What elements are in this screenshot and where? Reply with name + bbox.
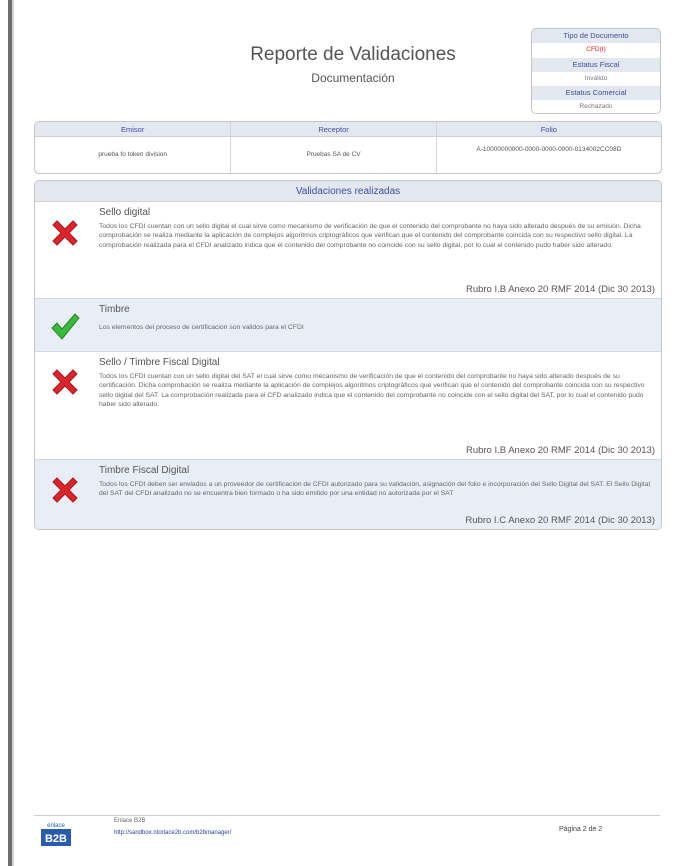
validation-reference: Rubro I.B Anexo 20 RMF 2014 (Dic 30 2013…	[465, 284, 655, 295]
emisor-column: Emisor prueba fo token division	[35, 122, 232, 173]
document-page: Reporte de Validaciones Documentación Ti…	[20, 0, 674, 866]
validation-description: Todos los CFDI cuentan con un sello digi…	[99, 223, 641, 249]
red-x-icon	[52, 477, 78, 503]
footer-company: Enlace B2B	[114, 818, 146, 824]
validation-description: Todos los CFDI deben ser enviados a un p…	[99, 481, 651, 498]
document-type-label: Tipo de Documento	[532, 29, 660, 44]
validations-section: Validaciones realizadas Sello digital To…	[34, 180, 662, 530]
report-subtitle: Documentación	[311, 71, 395, 85]
emisor-header: Emisor	[35, 122, 231, 137]
document-left-border-shadow	[12, 0, 14, 866]
footer-page-number: Página 2 de 2	[559, 826, 603, 833]
emisor-value: prueba fo token division	[98, 151, 168, 158]
receptor-value: Pruebas SA de CV	[306, 151, 361, 158]
invoice-info-table: Emisor prueba fo token division Receptor…	[34, 121, 662, 174]
report-title: Reporte de Validaciones	[250, 44, 456, 65]
receptor-header: Receptor	[231, 122, 436, 137]
validation-title: Sello / Timbre Fiscal Digital	[99, 357, 220, 368]
document-status-box: Tipo de Documento CFD(I) Estatus Fiscal …	[531, 28, 661, 114]
validation-reference: Rubro I.B Anexo 20 RMF 2014 (Dic 30 2013…	[465, 445, 655, 456]
folio-column: Folio A-10000000000-0000-0000-0000-01340…	[436, 122, 661, 173]
logo-text-bottom: B2B	[45, 833, 67, 845]
fiscal-status-label: Estatus Fiscal	[532, 57, 660, 72]
folio-value: A-10000000000-0000-0000-0000-0134002CC08…	[476, 146, 622, 153]
document-type-value: CFD(I)	[532, 43, 660, 58]
enlace-b2b-logo: enlace B2B	[41, 823, 71, 846]
validation-item-timbre: Timbre Los elementos del proceso de cert…	[35, 299, 661, 352]
red-x-icon	[52, 220, 78, 246]
commercial-status-value: Rechazado	[532, 100, 660, 113]
green-check-icon	[51, 313, 80, 340]
red-x-icon	[52, 369, 78, 395]
footer-url-link[interactable]: http://sandbox.ntorlace2b.com/b2bmanager…	[114, 830, 231, 836]
footer-divider	[34, 815, 660, 816]
logo-text-top: enlace	[47, 823, 65, 829]
validation-item-sello-timbre-fiscal: Sello / Timbre Fiscal Digital Todos los …	[35, 352, 661, 460]
validation-reference: Rubro I.C Anexo 20 RMF 2014 (Dic 30 2013…	[465, 515, 655, 526]
commercial-status-label: Estatus Comercial	[532, 86, 660, 101]
validation-description: Todos los CFDI cuentan con un sello digi…	[99, 373, 645, 409]
validation-item-sello-digital: Sello digital Todos los CFDI cuentan con…	[35, 202, 661, 299]
receptor-column: Receptor Pruebas SA de CV	[231, 122, 437, 173]
validation-item-timbre-fiscal-digital: Timbre Fiscal Digital Todos los CFDI deb…	[35, 460, 661, 529]
fiscal-status-value: Inválido	[532, 71, 660, 87]
validation-title: Timbre Fiscal Digital	[99, 465, 190, 476]
validation-title: Timbre	[99, 304, 130, 315]
validation-title: Sello digital	[99, 207, 151, 218]
validation-description: Los elementos del proceso de certificaci…	[99, 324, 304, 331]
folio-header: Folio	[436, 122, 661, 137]
validations-section-title: Validaciones realizadas	[35, 181, 661, 202]
